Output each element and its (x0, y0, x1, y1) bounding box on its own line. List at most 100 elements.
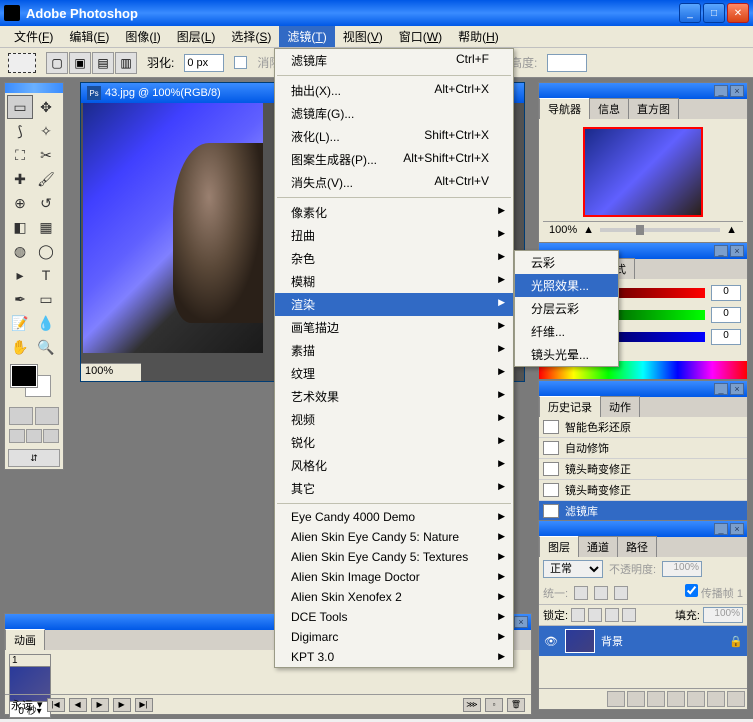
panel-minimize-button[interactable]: _ (714, 85, 728, 97)
pen-tool[interactable]: ✒ (7, 287, 33, 311)
tab-路径[interactable]: 路径 (617, 536, 657, 557)
delete-layer-button[interactable] (727, 691, 745, 707)
layer-row[interactable]: 👁 背景 🔒 (539, 626, 747, 656)
tab-动作[interactable]: 动作 (600, 396, 640, 417)
menu-编辑[interactable]: 编辑(E) (61, 26, 117, 47)
adjustment-layer-button[interactable] (667, 691, 685, 707)
duplicate-frame-button[interactable]: ▫ (485, 698, 503, 712)
stamp-tool[interactable]: ⊕ (7, 191, 33, 215)
lock-all-icon[interactable] (622, 608, 636, 622)
document-canvas[interactable] (83, 103, 263, 353)
history-state[interactable]: 镜头畸变修正 (539, 459, 747, 480)
menu-item[interactable]: 像素化▶ (275, 201, 513, 224)
panel-close-button[interactable]: × (730, 383, 744, 395)
eraser-tool[interactable]: ◧ (7, 215, 33, 239)
submenu-item[interactable]: 云彩 (515, 251, 618, 274)
history-state[interactable]: 滤镜库 (539, 501, 747, 522)
play-button[interactable]: ▶ (91, 698, 109, 712)
next-frame-button[interactable]: ▶ (113, 698, 131, 712)
lasso-tool[interactable]: ⟆ (7, 119, 33, 143)
gradient-tool[interactable]: ▦ (33, 215, 59, 239)
zoom-tool[interactable]: 🔍 (33, 335, 59, 359)
menu-item[interactable]: 图案生成器(P)...Alt+Shift+Ctrl+X (275, 148, 513, 171)
lock-pixels-icon[interactable] (588, 608, 602, 622)
loop-select[interactable]: 永远 (11, 697, 33, 713)
menu-item[interactable]: Alien Skin Image Doctor▶ (275, 567, 513, 587)
maximize-button[interactable]: □ (703, 3, 725, 23)
subtract-selection-icon[interactable]: ▤ (92, 52, 114, 74)
foreground-color[interactable] (11, 365, 37, 387)
menu-item[interactable]: 滤镜库Ctrl+F (275, 49, 513, 72)
navigator-zoom-value[interactable]: 100% (549, 224, 577, 236)
menu-item[interactable]: 模糊▶ (275, 270, 513, 293)
panel-close-button[interactable]: × (730, 523, 744, 535)
lock-transparency-icon[interactable] (571, 608, 585, 622)
screen-mode-standard[interactable] (9, 429, 25, 443)
zoom-out-icon[interactable]: ▲ (583, 224, 594, 236)
panel-close-button[interactable]: × (730, 245, 744, 257)
layer-group-button[interactable] (687, 691, 705, 707)
submenu-item[interactable]: 纤维... (515, 320, 618, 343)
intersect-selection-icon[interactable]: ▥ (115, 52, 137, 74)
submenu-item[interactable]: 光照效果... (515, 274, 618, 297)
menu-item[interactable]: 液化(L)...Shift+Ctrl+X (275, 125, 513, 148)
menu-item[interactable]: Alien Skin Xenofex 2▶ (275, 587, 513, 607)
quickmask-mode-button[interactable] (35, 407, 59, 425)
screen-mode-fullmenu[interactable] (26, 429, 42, 443)
navigator-thumbnail[interactable] (583, 127, 703, 217)
layer-mask-button[interactable] (647, 691, 665, 707)
menu-item[interactable]: 纹理▶ (275, 362, 513, 385)
tab-图层[interactable]: 图层 (539, 536, 579, 557)
marquee-tool[interactable]: ▭ (7, 95, 33, 119)
color-swatch[interactable] (5, 361, 63, 405)
menu-图像[interactable]: 图像(I) (117, 26, 168, 47)
menu-item[interactable]: 抽出(X)...Alt+Ctrl+X (275, 79, 513, 102)
history-state[interactable]: 自动修饰 (539, 438, 747, 459)
menu-item[interactable]: Digimarc▶ (275, 627, 513, 647)
menu-窗口[interactable]: 窗口(W) (391, 26, 450, 47)
close-button[interactable]: ✕ (727, 3, 749, 23)
unify-position-icon[interactable] (574, 586, 588, 600)
menu-item[interactable]: Alien Skin Eye Candy 5: Nature▶ (275, 527, 513, 547)
unify-style-icon[interactable] (614, 586, 628, 600)
panel-minimize-button[interactable]: _ (714, 523, 728, 535)
menu-item[interactable]: 杂色▶ (275, 247, 513, 270)
menu-item[interactable]: 画笔描边▶ (275, 316, 513, 339)
dodge-tool[interactable]: ◯ (33, 239, 59, 263)
tab-直方图[interactable]: 直方图 (628, 98, 679, 119)
panel-close-button[interactable]: × (514, 616, 528, 628)
move-tool[interactable]: ✥ (33, 95, 59, 119)
shape-tool[interactable]: ▭ (33, 287, 59, 311)
layer-name[interactable]: 背景 (601, 633, 623, 649)
opacity-value[interactable]: 100% (662, 561, 702, 577)
zoom-in-icon[interactable]: ▲ (726, 224, 737, 236)
menu-item[interactable]: 素描▶ (275, 339, 513, 362)
tab-历史记录[interactable]: 历史记录 (539, 396, 601, 417)
wand-tool[interactable]: ✧ (33, 119, 59, 143)
panel-minimize-button[interactable]: _ (714, 245, 728, 257)
menu-item[interactable]: Eye Candy 4000 Demo▶ (275, 507, 513, 527)
menu-item[interactable]: 艺术效果▶ (275, 385, 513, 408)
menu-item[interactable]: 滤镜库(G)... (275, 102, 513, 125)
menu-item[interactable]: Alien Skin Eye Candy 5: Textures▶ (275, 547, 513, 567)
history-brush-tool[interactable]: ↺ (33, 191, 59, 215)
menu-滤镜[interactable]: 滤镜(T) (279, 26, 334, 47)
menu-item[interactable]: KPT 3.0▶ (275, 647, 513, 667)
tab-导航器[interactable]: 导航器 (539, 98, 590, 119)
add-selection-icon[interactable]: ▣ (69, 52, 91, 74)
lock-position-icon[interactable] (605, 608, 619, 622)
document-zoom[interactable]: 100% (81, 363, 141, 381)
menu-视图[interactable]: 视图(V) (335, 26, 391, 47)
menu-item[interactable]: 其它▶ (275, 477, 513, 500)
layer-style-button[interactable] (627, 691, 645, 707)
type-tool[interactable]: T (33, 263, 59, 287)
new-selection-icon[interactable]: ▢ (46, 52, 68, 74)
menu-item[interactable]: 渲染▶ (275, 293, 513, 316)
r-value[interactable]: 0 (711, 285, 741, 301)
propagate-checkbox[interactable] (685, 584, 698, 597)
g-value[interactable]: 0 (711, 307, 741, 323)
panel-close-button[interactable]: × (730, 85, 744, 97)
imageready-button[interactable]: ⇵ (8, 449, 60, 467)
screen-mode-full[interactable] (43, 429, 59, 443)
healing-tool[interactable]: ✚ (7, 167, 33, 191)
